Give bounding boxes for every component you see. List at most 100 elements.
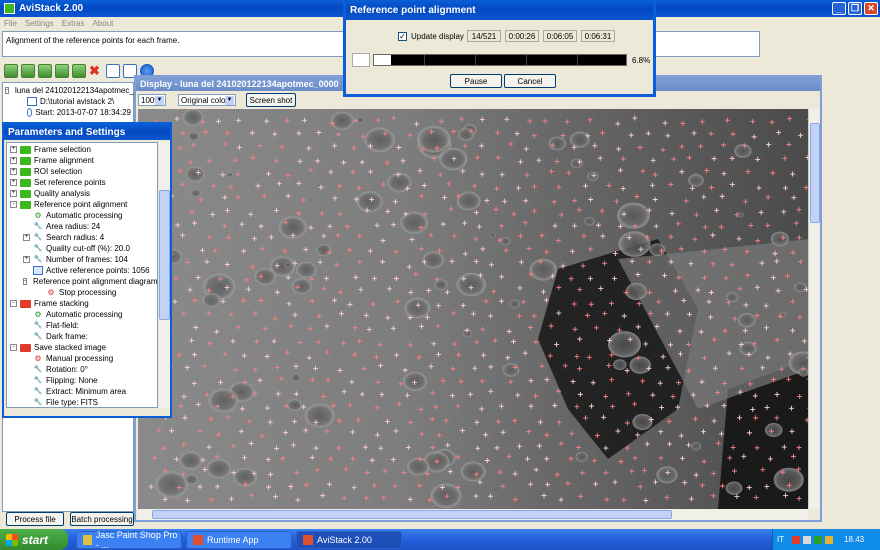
language-indicator[interactable]: IT [777,535,784,544]
document-icon[interactable] [106,64,120,78]
parameters-panel: Parameters and Settings + Frame selection… [2,122,172,418]
parameter-item[interactable]: + Frame selection [10,144,157,155]
parameter-item[interactable]: - Reference point alignment [10,199,157,210]
delete-icon[interactable]: ✖ [89,64,103,78]
parameter-item[interactable]: + 🔧 Search radius: 4 [10,232,157,243]
tray-icon[interactable] [825,535,834,544]
parameter-item[interactable]: - Save stacked image [10,342,157,353]
crater [770,231,790,247]
tray-icon[interactable] [814,535,823,544]
load-folder-icon[interactable] [21,64,35,78]
menu-file[interactable]: File [4,19,17,29]
parameter-item[interactable]: 🔧 File type: FITS [10,397,157,407]
avistack-icon [303,535,313,545]
paintshop-icon [83,535,92,545]
elapsed-time: 0:00:26 [505,30,539,42]
crater [296,261,317,278]
parameter-item[interactable]: 🔧 Quality cut-off (%): 20.0 [10,243,157,254]
parameter-label: Extract: Minimum area [46,387,127,396]
crater [649,243,666,256]
collapse-icon[interactable]: - [10,300,17,307]
export-icon[interactable] [55,64,69,78]
parameter-item[interactable]: 🔧 Extract: Minimum area [10,386,157,397]
parameter-item[interactable]: 🔧 Dark frame: [10,331,157,342]
crater [489,232,496,238]
close-icon[interactable]: ✕ [864,2,878,15]
parameter-item[interactable]: 🔧 Area radius: 24 [10,221,157,232]
frame-counter: 14/521 [467,30,501,42]
screenshot-button[interactable]: Screen shot [246,93,296,107]
crater [691,442,702,451]
dialog-title-bar[interactable]: Reference point alignment [346,0,653,20]
expand-icon[interactable]: + [10,157,17,164]
parameter-item[interactable]: + Frame alignment [10,155,157,166]
tray-icon[interactable] [792,535,801,544]
gear-green-icon: ⚙ [34,211,42,220]
parameter-item[interactable]: + Quality analysis [10,188,157,199]
import-icon[interactable] [72,64,86,78]
crater [356,191,384,213]
parameter-item[interactable]: 🔧 Flat-field: [10,320,157,331]
parameter-item[interactable]: + ROI selection [10,166,157,177]
menu-settings[interactable]: Settings [25,19,54,29]
crater [618,231,651,257]
crater [290,373,302,382]
minimize-icon[interactable]: _ [832,2,846,15]
parameters-title-bar[interactable]: Parameters and Settings [4,124,170,140]
expand-icon[interactable]: + [23,234,30,241]
parameter-label: Set reference points [34,178,106,187]
expand-icon[interactable]: + [10,179,17,186]
parameter-item[interactable]: - Frame stacking [10,298,157,309]
zoom-select[interactable]: 100% ▼ [138,94,166,106]
start-button[interactable]: start [0,529,68,550]
progress-bar [373,54,627,66]
maximize-icon[interactable]: ❐ [848,2,862,15]
parameter-label: Automatic processing [46,211,123,220]
load-file-icon[interactable] [4,64,18,78]
save-icon[interactable] [38,64,52,78]
crater [417,125,451,153]
color-mode-select[interactable]: Original color ▼ [178,94,236,106]
menu-extras[interactable]: Extras [62,19,85,29]
taskbar-item-paintshop[interactable]: Jasc Paint Shop Pro - ... [76,530,182,550]
parameter-item[interactable]: ⚙ Automatic processing [10,210,157,221]
green-folder-icon [20,145,31,154]
parameter-item[interactable]: ⚙ Automatic processing [10,309,157,320]
status-message: Alignment of the reference points for ea… [6,36,180,45]
wrench-icon: 🔧 [33,322,43,329]
taskbar-item-avistack[interactable]: AviStack 2.00 [296,531,402,549]
expand-icon[interactable]: + [10,146,17,153]
collapse-icon[interactable]: - [10,344,17,351]
parameter-item[interactable]: ⚙ Manual processing [10,353,157,364]
crater [456,272,486,297]
parameter-item[interactable]: - Reference point alignment diagram [10,276,157,287]
parameter-item[interactable]: 🔧 Flipping: None [10,375,157,386]
parameter-item[interactable]: ⚙ Stop processing [10,287,157,298]
tree-root[interactable]: luna del 241020122134apotmec_0000 [15,86,152,95]
collapse-icon[interactable]: - [10,201,17,208]
parameter-item[interactable]: 🔧 Rotation: 0° [10,364,157,375]
vertical-scrollbar[interactable] [808,109,820,509]
horizontal-scrollbar[interactable] [138,509,808,520]
expand-icon[interactable]: + [23,256,30,263]
taskbar-item-runtime[interactable]: Runtime App [186,531,292,549]
batch-processing-button[interactable]: Batch processing [70,512,134,526]
update-display-checkbox[interactable]: ✓ [398,32,407,41]
parameter-item[interactable]: + Set reference points [10,177,157,188]
update-display-label: Update display [411,32,464,41]
tray-icon[interactable] [803,535,812,544]
expand-icon[interactable]: - [5,87,9,94]
tree-start: Start: 2013-07-07 18:34:29 [35,108,131,117]
parameter-item[interactable]: Active reference points: 1056 [10,265,157,276]
pause-button[interactable]: Pause [450,74,502,88]
collapse-icon[interactable]: - [23,278,27,285]
cancel-button[interactable]: Cancel [504,74,556,88]
expand-icon[interactable]: + [10,168,17,175]
parameter-item[interactable]: + 🔧 Number of frames: 104 [10,254,157,265]
wrench-icon: 🔧 [33,256,43,263]
process-file-button[interactable]: Process file [6,512,64,526]
menu-about[interactable]: About [92,19,113,29]
remaining-time: 0:06:05 [543,30,577,42]
parameters-scrollbar[interactable] [159,142,170,408]
expand-icon[interactable]: + [10,190,17,197]
